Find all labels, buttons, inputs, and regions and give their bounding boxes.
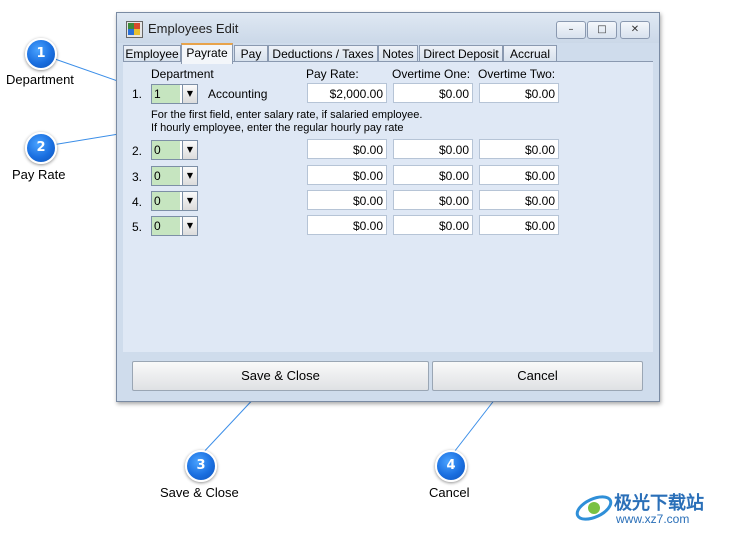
tab-pay[interactable]: Pay (234, 45, 268, 62)
title-bar[interactable]: Employees Edit – □ ✕ (117, 13, 659, 43)
row-number: 3. (132, 170, 143, 184)
department-select[interactable]: 0 ▼ (151, 140, 198, 160)
cancel-button[interactable]: Cancel (432, 361, 643, 391)
overtime-two-field[interactable]: $0.00 (479, 190, 559, 210)
window-title: Employees Edit (148, 21, 239, 36)
close-button[interactable]: ✕ (620, 21, 650, 39)
overtime-one-field[interactable]: $0.00 (393, 139, 473, 159)
overtime-one-field[interactable]: $0.00 (393, 215, 473, 235)
minimize-button[interactable]: – (556, 21, 586, 39)
tab-employee[interactable]: Employee (123, 45, 181, 62)
payrate-panel (123, 61, 653, 352)
overtime-two-field[interactable]: $0.00 (479, 215, 559, 235)
tab-accrual[interactable]: Accrual (503, 45, 557, 62)
callout-2-label: Pay Rate (12, 167, 66, 182)
department-select[interactable]: 0 ▼ (151, 216, 198, 236)
pay-rate-field[interactable]: $0.00 (307, 190, 387, 210)
pay-rate-header: Pay Rate: (306, 67, 359, 81)
department-name: Accounting (208, 87, 268, 101)
department-header: Department (151, 67, 214, 81)
chevron-down-icon[interactable]: ▼ (182, 141, 197, 159)
watermark-logo-icon (575, 495, 613, 521)
callout-1-badge: 1 (25, 38, 57, 70)
overtime-one-header: Overtime One: (392, 67, 471, 81)
overtime-two-field[interactable]: $0.00 (479, 83, 559, 103)
overtime-one-field[interactable]: $0.00 (393, 165, 473, 185)
tab-notes[interactable]: Notes (378, 45, 418, 62)
save-close-button[interactable]: Save & Close (132, 361, 429, 391)
row-number: 4. (132, 195, 143, 209)
department-value: 0 (152, 167, 180, 185)
maximize-button[interactable]: □ (587, 21, 617, 39)
callout-4-label: Cancel (429, 485, 470, 500)
row-number: 1. (132, 87, 143, 101)
pay-rate-note-line2: If hourly employee, enter the regular ho… (151, 122, 404, 134)
department-value: 1 (152, 85, 180, 103)
overtime-one-field[interactable]: $0.00 (393, 83, 473, 103)
chevron-down-icon[interactable]: ▼ (182, 167, 197, 185)
chevron-down-icon[interactable]: ▼ (182, 217, 197, 235)
tab-direct-deposit[interactable]: Direct Deposit (419, 45, 503, 62)
department-select[interactable]: 0 ▼ (151, 191, 198, 211)
pay-rate-field[interactable]: $0.00 (307, 215, 387, 235)
callout-4-badge: 4 (435, 450, 467, 482)
row-number: 2. (132, 144, 143, 158)
department-value: 0 (152, 141, 180, 159)
department-value: 0 (152, 217, 180, 235)
tab-payrate[interactable]: Payrate (181, 43, 233, 64)
overtime-two-field[interactable]: $0.00 (479, 165, 559, 185)
callout-2-badge: 2 (25, 132, 57, 164)
callout-3-label: Save & Close (160, 485, 239, 500)
pay-rate-note-line1: For the first field, enter salary rate, … (151, 109, 423, 121)
callout-1-label: Department (6, 72, 74, 87)
overtime-one-field[interactable]: $0.00 (393, 190, 473, 210)
tab-deductions-taxes[interactable]: Deductions / Taxes (268, 45, 378, 62)
pay-rate-field[interactable]: $0.00 (307, 165, 387, 185)
department-value: 0 (152, 192, 180, 210)
pay-rate-field[interactable]: $2,000.00 (307, 83, 387, 103)
cancel-label: Cancel (517, 368, 558, 383)
employees-edit-window: Employees Edit – □ ✕ Employee Payrate Pa… (116, 12, 660, 402)
pay-rate-field[interactable]: $0.00 (307, 139, 387, 159)
overtime-two-header: Overtime Two: (478, 67, 556, 81)
save-close-label: Save & Close (241, 368, 320, 383)
department-select[interactable]: 0 ▼ (151, 166, 198, 186)
callout-3-badge: 3 (185, 450, 217, 482)
row-number: 5. (132, 220, 143, 234)
overtime-two-field[interactable]: $0.00 (479, 139, 559, 159)
app-icon (126, 21, 143, 38)
chevron-down-icon[interactable]: ▼ (182, 85, 197, 103)
department-select[interactable]: 1 ▼ (151, 84, 198, 104)
chevron-down-icon[interactable]: ▼ (182, 192, 197, 210)
watermark-url: www.xz7.com (616, 512, 690, 526)
